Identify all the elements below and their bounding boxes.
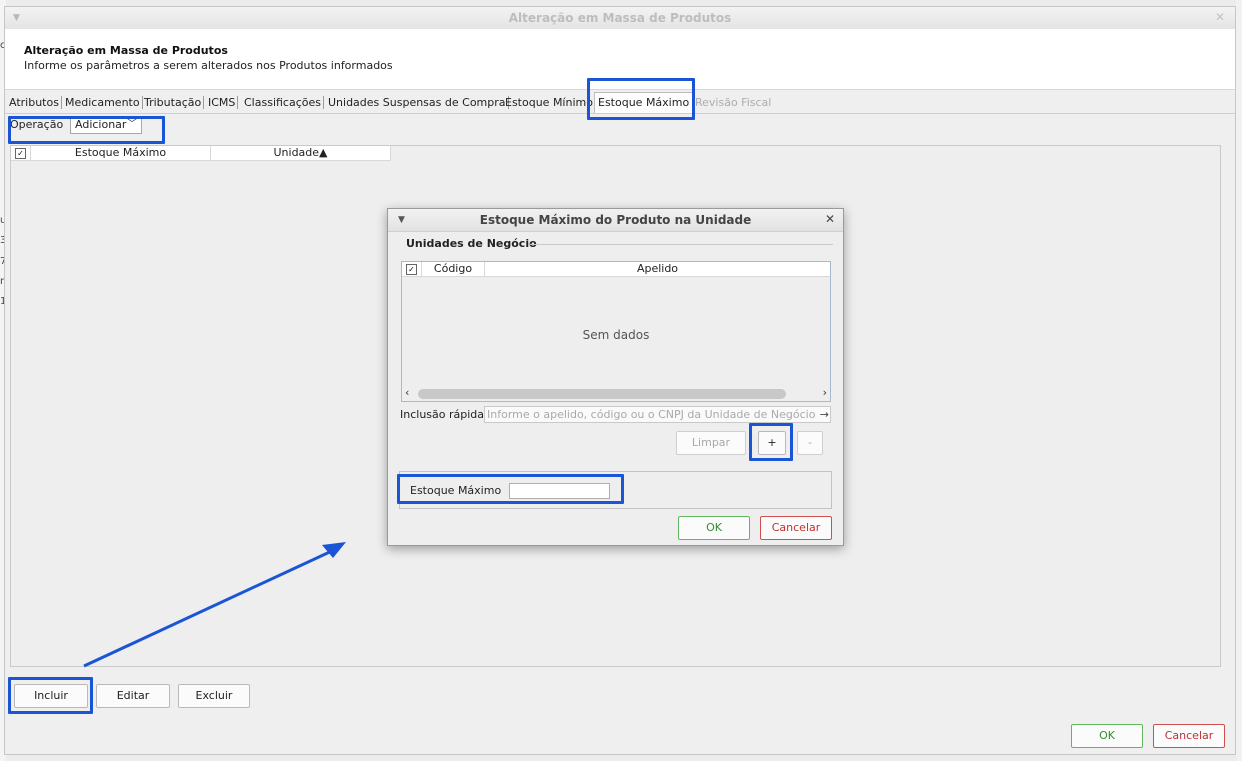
column-codigo[interactable]: Código bbox=[422, 262, 485, 276]
unidades-select-all-cell[interactable]: ✓ bbox=[402, 262, 422, 276]
empty-state-text: Sem dados bbox=[582, 328, 650, 342]
tab-medicamento[interactable]: Medicamento bbox=[65, 94, 143, 111]
table-header: ✓ Estoque Máximo Unidade▲ bbox=[11, 146, 391, 161]
tab-unidades-suspensas[interactable]: Unidades Suspensas de Compra bbox=[328, 94, 509, 111]
dialog-titlebar: ▼ Estoque Máximo do Produto na Unidade ✕ bbox=[388, 209, 843, 232]
section-divider bbox=[530, 244, 833, 245]
window-title: Alteração em Massa de Produtos bbox=[508, 11, 732, 25]
tab-estoque-minimo[interactable]: Estoque Mínimo bbox=[505, 94, 593, 111]
highlight-tab-estoque-maximo bbox=[587, 78, 695, 120]
unidades-table[interactable]: ✓ Código Apelido Sem dados ‹ › bbox=[401, 261, 831, 402]
dialog-title: Estoque Máximo do Produto na Unidade bbox=[479, 213, 752, 227]
tab-tributacao[interactable]: Tributação bbox=[144, 94, 205, 111]
column-apelido[interactable]: Apelido bbox=[485, 262, 830, 276]
select-all-checkbox-cell[interactable]: ✓ bbox=[11, 146, 31, 160]
tab-classificacoes[interactable]: Classificações bbox=[244, 94, 324, 111]
window-titlebar: ▼ Alteração em Massa de Produtos ✕ bbox=[5, 7, 1235, 30]
horizontal-scrollbar[interactable] bbox=[418, 389, 786, 399]
excluir-button[interactable]: Excluir bbox=[178, 684, 250, 708]
header-title: Alteração em Massa de Produtos bbox=[24, 44, 228, 57]
remove-button[interactable]: - bbox=[797, 431, 823, 455]
highlight-add-button bbox=[749, 423, 793, 461]
cancelar-button[interactable]: Cancelar bbox=[1153, 724, 1225, 748]
scroll-left-icon[interactable]: ‹ bbox=[405, 386, 409, 399]
highlight-incluir bbox=[8, 677, 93, 714]
close-icon[interactable]: ✕ bbox=[1215, 10, 1225, 24]
arrow-right-icon[interactable]: → bbox=[817, 407, 829, 422]
column-unidade[interactable]: Unidade▲ bbox=[211, 146, 391, 160]
select-all-checkbox[interactable]: ✓ bbox=[15, 147, 26, 159]
tab-icms[interactable]: ICMS bbox=[208, 94, 239, 111]
dialog-ok-button[interactable]: OK bbox=[678, 516, 750, 540]
editar-button[interactable]: Editar bbox=[96, 684, 170, 708]
header-subtitle: Informe os parâmetros a serem alterados … bbox=[24, 59, 393, 72]
scroll-right-icon[interactable]: › bbox=[823, 386, 827, 399]
column-estoque-maximo[interactable]: Estoque Máximo bbox=[31, 146, 211, 160]
limpar-button[interactable]: Limpar bbox=[676, 431, 746, 455]
unidades-negocio-label: Unidades de Negócio bbox=[406, 237, 537, 250]
ok-button[interactable]: OK bbox=[1071, 724, 1143, 748]
dialog-close-icon[interactable]: ✕ bbox=[825, 212, 835, 226]
inclusao-rapida-placeholder: Informe o apelido, código ou o CNPJ da U… bbox=[487, 408, 816, 421]
tab-atributos[interactable]: Atributos bbox=[9, 94, 62, 111]
highlight-estoque-maximo-field bbox=[397, 474, 624, 504]
tab-revisao-fiscal[interactable]: Revisão Fiscal bbox=[695, 94, 771, 111]
unidades-select-all-checkbox[interactable]: ✓ bbox=[406, 263, 417, 275]
inclusao-rapida-input[interactable]: Informe o apelido, código ou o CNPJ da U… bbox=[484, 406, 831, 423]
unidades-table-header: ✓ Código Apelido bbox=[402, 262, 830, 277]
highlight-operacao bbox=[8, 116, 165, 144]
dialog-cancelar-button[interactable]: Cancelar bbox=[760, 516, 832, 540]
background-window-edge-right bbox=[1236, 0, 1242, 761]
inclusao-rapida-label: Inclusão rápida bbox=[400, 408, 485, 421]
